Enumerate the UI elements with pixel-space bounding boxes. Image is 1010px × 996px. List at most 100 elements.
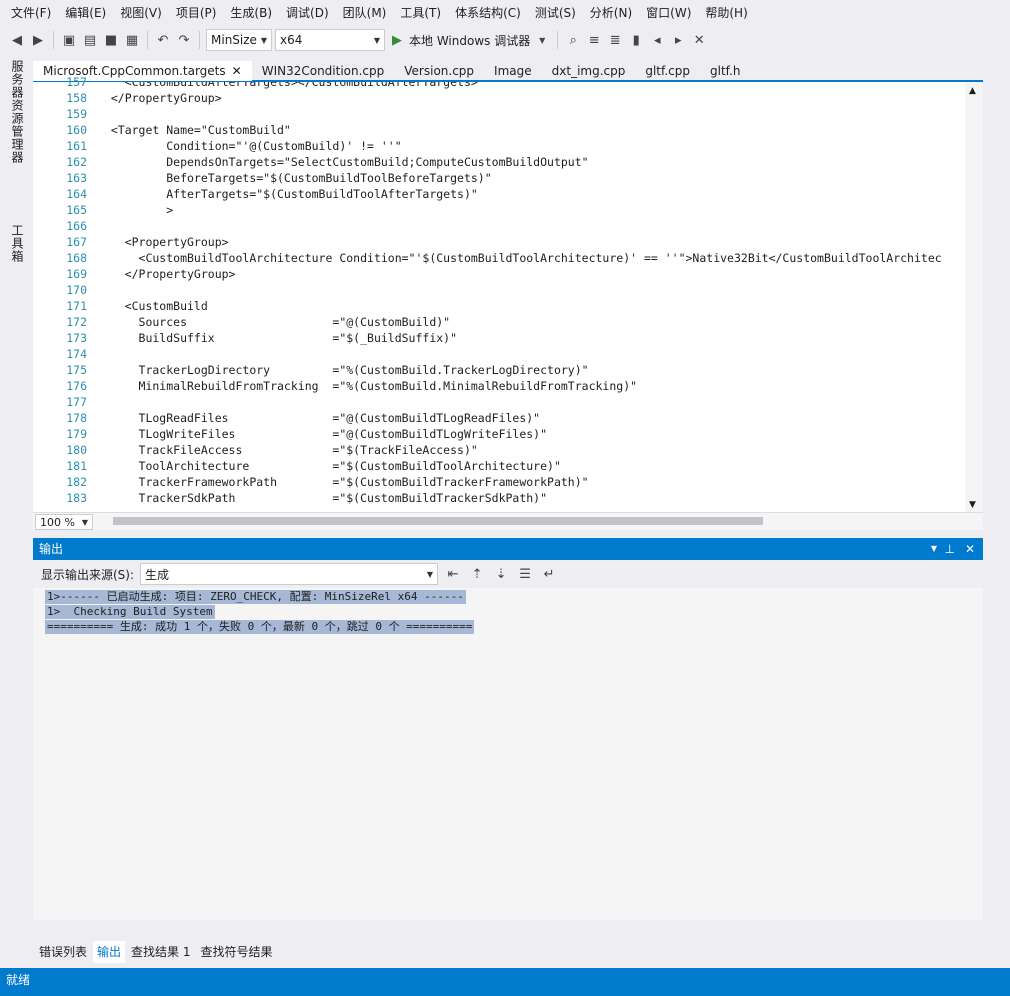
code-line: MinimalRebuildFromTracking ="%(CustomBui… [97, 379, 638, 393]
document-tab[interactable]: dxt_img.cpp [542, 62, 636, 80]
uncomment-icon[interactable]: ≣ [606, 31, 624, 49]
output-title: 输出 [39, 542, 64, 556]
line-number: 172 [66, 315, 87, 329]
clear-all-icon[interactable]: ☰ [516, 565, 534, 583]
line-number: 166 [66, 219, 87, 233]
bottom-tab[interactable]: 查找符号结果 [196, 941, 276, 963]
menu-item[interactable]: 工具(T) [393, 0, 448, 26]
code-area[interactable]: <CustomBuildAfterTargets></CustomBuildAf… [97, 82, 963, 512]
platform-value: x64 [280, 33, 303, 47]
menu-item[interactable]: 体系结构(C) [448, 0, 528, 26]
menu-item[interactable]: 生成(B) [223, 0, 279, 26]
close-icon[interactable]: ✕ [965, 538, 975, 560]
left-tool-strip: 服务器资源管理器 工具箱 [0, 56, 30, 966]
document-tab[interactable]: WIN32Condition.cpp [252, 62, 395, 80]
scroll-down-icon[interactable]: ▼ [969, 500, 976, 510]
toolbox-tab[interactable]: 工具箱 [8, 224, 26, 284]
code-line: TrackerSdkPath ="$(CustomBuildTrackerSdk… [97, 491, 548, 505]
config-select[interactable]: MinSize ▼ [206, 29, 272, 51]
platform-select[interactable]: x64 ▼ [275, 29, 385, 51]
line-number: 171 [66, 299, 87, 313]
line-number: 182 [66, 475, 87, 489]
bottom-tab[interactable]: 输出 [93, 941, 126, 963]
horizontal-scrollbar-thumb[interactable] [113, 517, 763, 525]
tab-label: Version.cpp [404, 64, 475, 78]
menu-item[interactable]: 编辑(E) [58, 0, 113, 26]
document-tab[interactable]: gltf.h [700, 62, 750, 80]
comment-icon[interactable]: ≡ [585, 31, 603, 49]
tab-label: gltf.h [710, 64, 741, 78]
code-line: > [97, 203, 174, 217]
code-line: Condition="'@(CustomBuild)' != ''" [97, 139, 402, 153]
menu-item[interactable]: 窗口(W) [639, 0, 698, 26]
zoom-select[interactable]: 100 % ▼ [35, 514, 93, 530]
bottom-tab[interactable]: 查找结果 1 [127, 941, 194, 963]
document-tab[interactable]: Version.cpp [394, 62, 484, 80]
line-number: 167 [66, 235, 87, 249]
menu-item[interactable]: 文件(F) [4, 0, 58, 26]
line-number: 158 [66, 91, 87, 105]
chevron-down-icon: ▼ [260, 35, 267, 45]
redo-icon[interactable]: ↷ [175, 31, 193, 49]
line-number: 174 [66, 347, 87, 361]
output-source-select[interactable]: 生成 ▼ [140, 563, 439, 585]
find-icon[interactable]: ⌕ [564, 31, 582, 49]
word-wrap-icon[interactable]: ↵ [540, 565, 558, 583]
undo-icon[interactable]: ↶ [154, 31, 172, 49]
menu-item[interactable]: 帮助(H) [698, 0, 754, 26]
line-number: 169 [66, 267, 87, 281]
config-value: MinSize [211, 33, 257, 47]
play-icon[interactable]: ▶ [388, 31, 406, 49]
code-line: <CustomBuildAfterTargets></CustomBuildAf… [97, 82, 478, 89]
code-line: TLogWriteFiles ="@(CustomBuildTLogWriteF… [97, 427, 548, 441]
scroll-up-icon[interactable]: ▲ [969, 86, 976, 96]
code-line: TrackerLogDirectory ="%(CustomBuild.Trac… [97, 363, 589, 377]
document-tab[interactable]: Image [484, 62, 542, 80]
back-icon[interactable]: ◀ [8, 31, 26, 49]
menu-item[interactable]: 分析(N) [583, 0, 639, 26]
menu-item[interactable]: 项目(P) [169, 0, 224, 26]
vertical-scrollbar[interactable]: ▲ ▼ [965, 82, 983, 512]
toolbar: ◀ ▶ ▣ ▤ ■ ▦ ↶ ↷ MinSize ▼ x64 ▼ ▶ 本地 Windo… [0, 26, 1010, 54]
chevron-down-icon[interactable]: ▼ [533, 31, 551, 49]
save-all-icon[interactable]: ▦ [123, 31, 141, 49]
line-number: 181 [66, 459, 87, 473]
line-number: 179 [66, 427, 87, 441]
menu-item[interactable]: 视图(V) [113, 0, 169, 26]
horizontal-bar: 100 % ▼ [33, 512, 983, 530]
code-line: </PropertyGroup> [97, 267, 236, 281]
bookmark-icon[interactable]: ▮ [627, 31, 645, 49]
output-line: ========== 生成: 成功 1 个，失败 0 个，最新 0 个，跳过 0… [45, 620, 475, 634]
goto-icon[interactable]: ⇤ [444, 565, 462, 583]
menu-item[interactable]: 团队(M) [336, 0, 394, 26]
code-line: TrackFileAccess ="$(TrackFileAccess)" [97, 443, 478, 457]
line-number: 162 [66, 155, 87, 169]
close-icon[interactable]: ✕ [232, 61, 242, 81]
save-icon[interactable]: ■ [102, 31, 120, 49]
document-tab[interactable]: gltf.cpp [635, 62, 700, 80]
open-file-icon[interactable]: ▤ [81, 31, 99, 49]
code-line: TrackerFrameworkPath ="$(CustomBuildTrac… [97, 475, 589, 489]
code-line: BuildSuffix ="$(_BuildSuffix)" [97, 331, 458, 345]
pin-icon[interactable]: ⊥ [945, 538, 955, 560]
next-bookmark-icon[interactable]: ▸ [669, 31, 687, 49]
menu-item[interactable]: 测试(S) [528, 0, 583, 26]
next-message-icon[interactable]: ⇣ [492, 565, 510, 583]
prev-message-icon[interactable]: ⇡ [468, 565, 486, 583]
code-line: TLogReadFiles ="@(CustomBuildTLogReadFil… [97, 411, 541, 425]
line-number: 183 [66, 491, 87, 505]
line-numbers: 157 158 159 160 161 162 163 164 165 166 167 168 169 1… [33, 75, 93, 512]
line-number: 180 [66, 443, 87, 457]
prev-bookmark-icon[interactable]: ◂ [648, 31, 666, 49]
new-project-icon[interactable]: ▣ [60, 31, 78, 49]
menu-item[interactable]: 调试(D) [279, 0, 336, 26]
forward-icon[interactable]: ▶ [29, 31, 47, 49]
output-text[interactable]: 1>------ 已启动生成: 项目: ZERO_CHECK, 配置: MinS… [33, 588, 983, 920]
code-line: DependsOnTargets="SelectCustomBuild;Comp… [97, 155, 589, 169]
run-debugger-button[interactable]: 本地 Windows 调试器 [409, 32, 530, 49]
line-number: 176 [66, 379, 87, 393]
chevron-down-icon[interactable]: ▼ [931, 538, 937, 560]
server-explorer-tab[interactable]: 服务器资源管理器 [8, 60, 26, 210]
bottom-tab[interactable]: 错误列表 [35, 941, 91, 963]
clear-bookmarks-icon[interactable]: ✕ [690, 31, 708, 49]
